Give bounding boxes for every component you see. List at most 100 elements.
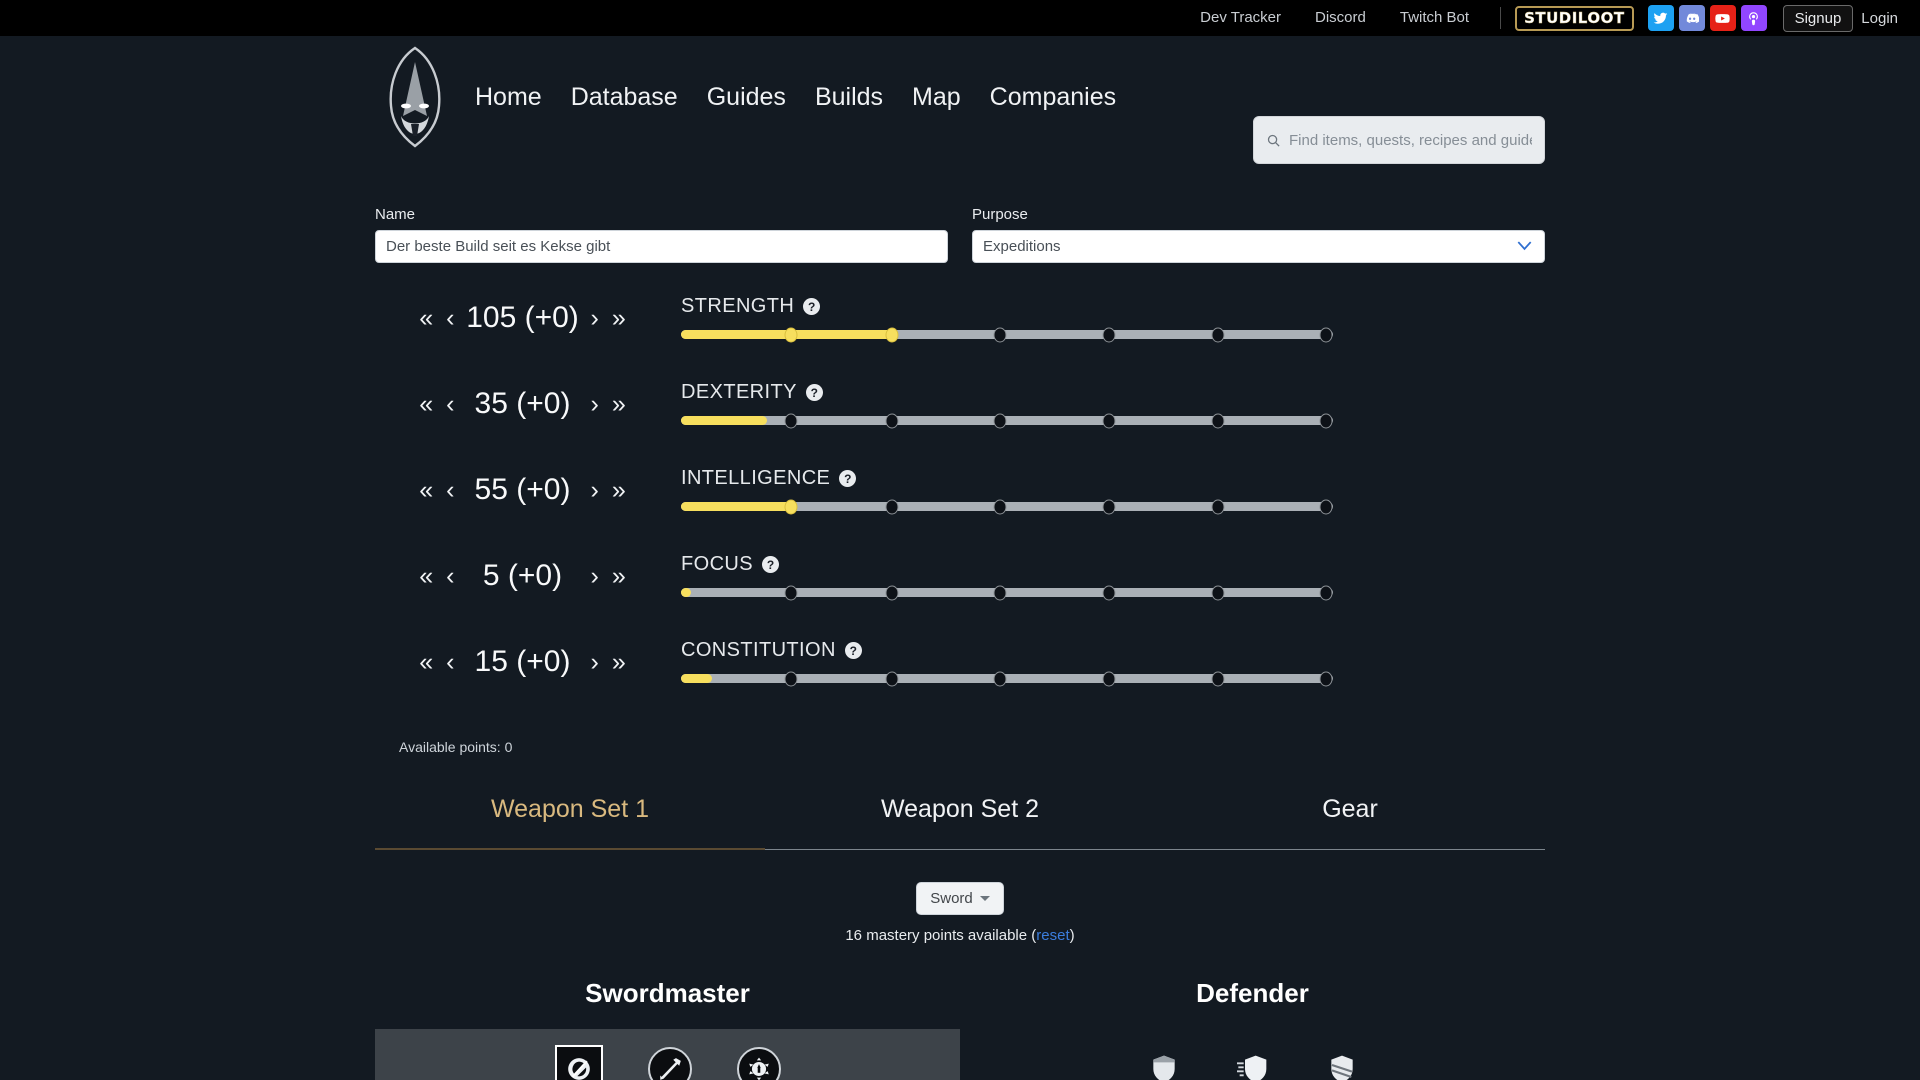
intelligence-increment-button[interactable]: › xyxy=(587,476,603,505)
mastery-reset-link[interactable]: reset xyxy=(1036,927,1069,944)
intelligence-decrement-button[interactable]: ‹ xyxy=(442,476,458,505)
twitter-icon[interactable] xyxy=(1647,5,1674,31)
slider-tick[interactable] xyxy=(1319,671,1333,686)
tab-weapon-set-2[interactable]: Weapon Set 2 xyxy=(765,795,1155,824)
slider-tick[interactable] xyxy=(784,671,798,686)
build-tabs: Weapon Set 1 Weapon Set 2 Gear xyxy=(375,795,1545,850)
podcast-icon[interactable] xyxy=(1740,5,1767,31)
purpose-select[interactable] xyxy=(972,230,1545,263)
attribute-row-intelligence: « ‹ 55 (+0) › » INTELLIGENCE ? xyxy=(375,465,1545,551)
help-icon[interactable]: ? xyxy=(805,384,823,401)
site-logo-icon[interactable] xyxy=(375,44,455,150)
constitution-first-button[interactable]: « xyxy=(415,648,437,677)
build-name-input[interactable] xyxy=(375,230,948,263)
intelligence-first-button[interactable]: « xyxy=(415,476,437,505)
focus-last-button[interactable]: » xyxy=(608,562,630,591)
strength-last-button[interactable]: » xyxy=(608,304,630,333)
swordmaster-abilities xyxy=(375,1029,960,1080)
nav-companies[interactable]: Companies xyxy=(990,83,1116,112)
slider-tick[interactable] xyxy=(1211,327,1225,342)
slider-tick[interactable] xyxy=(784,413,798,428)
help-icon[interactable]: ? xyxy=(803,298,821,315)
slider-tick[interactable] xyxy=(993,499,1007,514)
weapon-select-button[interactable]: Sword xyxy=(916,882,1004,915)
global-search[interactable] xyxy=(1253,116,1545,164)
slider-tick[interactable] xyxy=(885,585,899,600)
dev-tracker-link[interactable]: Dev Tracker xyxy=(1183,0,1298,36)
name-field-group: Name xyxy=(375,206,948,263)
slider-tick[interactable] xyxy=(1211,585,1225,600)
ability-defiant-stance[interactable] xyxy=(1320,1047,1364,1080)
intelligence-slider[interactable] xyxy=(681,499,1333,514)
mastery-tree-swordmaster: Swordmaster xyxy=(375,978,960,1080)
signup-button[interactable]: Signup xyxy=(1782,4,1854,32)
slider-tick[interactable] xyxy=(993,327,1007,342)
slider-tick[interactable] xyxy=(885,499,899,514)
login-link[interactable]: Login xyxy=(1861,10,1902,27)
weapon-select-label: Sword xyxy=(930,890,973,907)
strength-decrement-button[interactable]: ‹ xyxy=(442,304,458,333)
discord-link[interactable]: Discord xyxy=(1298,0,1383,36)
strength-first-button[interactable]: « xyxy=(415,304,437,333)
slider-tick[interactable] xyxy=(1102,413,1116,428)
help-icon[interactable]: ? xyxy=(839,470,857,487)
slider-tick[interactable] xyxy=(1211,413,1225,428)
nav-database[interactable]: Database xyxy=(571,83,678,112)
dexterity-first-button[interactable]: « xyxy=(415,390,437,419)
discord-icon[interactable] xyxy=(1678,5,1705,31)
dexterity-last-button[interactable]: » xyxy=(608,390,630,419)
slider-tick[interactable] xyxy=(1319,585,1333,600)
slider-tick[interactable] xyxy=(1102,585,1116,600)
slider-tick[interactable] xyxy=(885,413,899,428)
ability-leaping-strike[interactable] xyxy=(736,1047,781,1080)
focus-first-button[interactable]: « xyxy=(415,562,437,591)
constitution-last-button[interactable]: » xyxy=(608,648,630,677)
slider-tick[interactable] xyxy=(1211,499,1225,514)
focus-slider[interactable] xyxy=(681,585,1333,600)
nav-guides[interactable]: Guides xyxy=(707,83,786,112)
dexterity-slider[interactable] xyxy=(681,413,1333,428)
ability-shield-rush[interactable] xyxy=(1142,1047,1186,1080)
slider-tick[interactable] xyxy=(885,671,899,686)
focus-increment-button[interactable]: › xyxy=(587,562,603,591)
slider-tick[interactable] xyxy=(784,585,798,600)
slider-tick[interactable] xyxy=(784,327,798,342)
nav-map[interactable]: Map xyxy=(912,83,961,112)
ability-whirling-blade[interactable] xyxy=(554,1045,603,1080)
dexterity-decrement-button[interactable]: ‹ xyxy=(442,390,458,419)
tab-weapon-set-1[interactable]: Weapon Set 1 xyxy=(375,795,765,850)
slider-tick[interactable] xyxy=(993,585,1007,600)
slider-tick[interactable] xyxy=(1102,327,1116,342)
strength-slider[interactable] xyxy=(681,327,1333,342)
studiloot-logo[interactable]: STUDILOOT xyxy=(1515,5,1634,31)
nav-builds[interactable]: Builds xyxy=(815,83,883,112)
slider-tick[interactable] xyxy=(784,499,798,514)
slider-tick[interactable] xyxy=(1319,413,1333,428)
help-icon[interactable]: ? xyxy=(762,556,779,573)
focus-decrement-button[interactable]: ‹ xyxy=(442,562,458,591)
intelligence-last-button[interactable]: » xyxy=(608,476,630,505)
slider-tick[interactable] xyxy=(885,327,899,342)
slider-tick[interactable] xyxy=(1211,671,1225,686)
dexterity-increment-button[interactable]: › xyxy=(587,390,603,419)
constitution-slider[interactable] xyxy=(681,671,1333,686)
slider-tick[interactable] xyxy=(1102,671,1116,686)
slider-tick[interactable] xyxy=(993,671,1007,686)
constitution-increment-button[interactable]: › xyxy=(587,648,603,677)
strength-slider-block: STRENGTH ? xyxy=(670,293,1545,342)
twitch-bot-link[interactable]: Twitch Bot xyxy=(1383,0,1486,36)
youtube-icon[interactable] xyxy=(1709,5,1736,31)
tab-gear[interactable]: Gear xyxy=(1155,795,1545,824)
search-input[interactable] xyxy=(1289,131,1532,149)
slider-tick[interactable] xyxy=(1319,327,1333,342)
slider-tick[interactable] xyxy=(1319,499,1333,514)
strength-increment-button[interactable]: › xyxy=(587,304,603,333)
build-meta-form: Name Purpose xyxy=(375,206,1545,263)
ability-shield-bash[interactable] xyxy=(1231,1047,1275,1080)
slider-tick[interactable] xyxy=(993,413,1007,428)
slider-tick[interactable] xyxy=(1102,499,1116,514)
help-icon[interactable]: ? xyxy=(844,642,862,659)
nav-home[interactable]: Home xyxy=(475,83,542,112)
ability-reverse-stab[interactable] xyxy=(647,1047,692,1080)
constitution-decrement-button[interactable]: ‹ xyxy=(442,648,458,677)
